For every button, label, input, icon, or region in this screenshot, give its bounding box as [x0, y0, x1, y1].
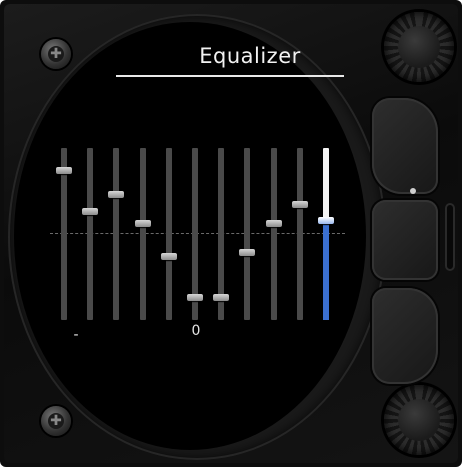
- zero-label: 0: [191, 323, 201, 339]
- eq-band-10-handle[interactable]: [291, 201, 308, 209]
- bottom-rotary-knob[interactable]: [384, 385, 454, 455]
- minus-label: -: [73, 327, 79, 343]
- top-rotary-knob[interactable]: [384, 12, 454, 82]
- eq-band-11-handle[interactable]: [318, 216, 334, 224]
- eq-band-2-track[interactable]: [87, 148, 94, 320]
- lower-side-button[interactable]: [372, 288, 438, 384]
- eq-band-1-handle[interactable]: [56, 166, 72, 174]
- upper-side-button[interactable]: [372, 98, 438, 194]
- bottom-left-screw-icon: ✚: [41, 406, 71, 436]
- eq-band-9-handle[interactable]: [265, 220, 282, 228]
- middle-side-button[interactable]: [372, 200, 438, 280]
- eq-band-4-track[interactable]: [139, 148, 146, 320]
- eq-band-7-handle[interactable]: [213, 294, 230, 302]
- top-left-screw-icon: ✚: [41, 39, 71, 69]
- eq-band-3-track[interactable]: [113, 148, 120, 320]
- eq-band-2-handle[interactable]: [82, 208, 99, 216]
- title-underline: [116, 75, 344, 77]
- eq-band-9-track[interactable]: [270, 148, 277, 320]
- indicator-dot: [410, 188, 416, 194]
- eq-band-11-fill: [323, 220, 329, 320]
- eq-band-8-handle[interactable]: [239, 249, 256, 257]
- eq-band-3-handle[interactable]: [108, 190, 125, 198]
- eq-band-4-handle[interactable]: [134, 220, 151, 228]
- eq-band-5-handle[interactable]: [160, 252, 177, 260]
- eq-band-10-track[interactable]: [296, 148, 303, 320]
- eq-band-6-handle[interactable]: [187, 294, 203, 302]
- eq-band-8-track[interactable]: [244, 148, 251, 320]
- eq-band-11-track[interactable]: [323, 148, 329, 320]
- card-slot: [445, 203, 455, 271]
- eq-band-5-track[interactable]: [165, 148, 172, 320]
- page-title: Equalizer: [199, 44, 301, 68]
